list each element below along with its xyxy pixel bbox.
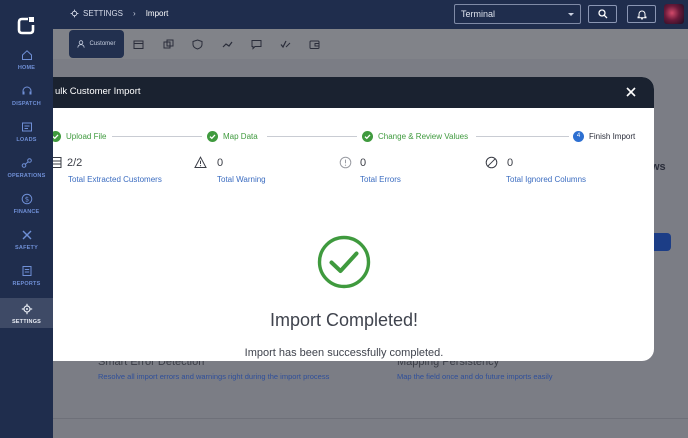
tools-icon: [22, 230, 31, 240]
step-upload-file: Upload File: [53, 131, 106, 142]
sidebar-item-label: OPERATIONS: [7, 173, 46, 179]
background-button: [651, 233, 671, 251]
user-icon: [77, 40, 86, 48]
gear-icon: [70, 9, 79, 18]
sidebar-item-label: FINANCE: [13, 209, 40, 215]
breadcrumb-settings[interactable]: SETTINGS: [83, 9, 123, 18]
route-icon[interactable]: [222, 39, 233, 50]
wallet-icon[interactable]: [309, 39, 320, 50]
stat-value: 2/2: [67, 157, 83, 169]
tab-customer-label: Customer: [89, 41, 116, 47]
step-connector: [267, 136, 357, 137]
feature-desc-error-detection: Resolve all import errors and warnings r…: [98, 372, 330, 381]
import-modal: ulk Customer Import Upload File Map Data…: [53, 77, 654, 361]
step-label: Upload File: [66, 132, 107, 141]
sidebar-item-label: SETTINGS: [11, 319, 42, 325]
sidebar-item-operations[interactable]: OPERATIONS: [0, 157, 53, 189]
divider: [53, 418, 688, 419]
import-completed-subtitle: Import has been successfully completed.: [244, 347, 444, 359]
modal-title: ulk Customer Import: [55, 86, 141, 97]
modal-header: ulk Customer Import: [53, 77, 654, 108]
step-connector: [476, 136, 569, 137]
check-circle-icon: [207, 131, 218, 142]
sidebar-item-reports[interactable]: REPORTS: [0, 265, 53, 297]
list-icon: [53, 157, 62, 168]
notifications-button[interactable]: [627, 5, 656, 23]
bell-icon: [637, 10, 647, 20]
sidebar-item-settings[interactable]: SETTINGS: [0, 298, 53, 328]
stat-value: 0: [360, 157, 367, 169]
chat-icon[interactable]: [251, 39, 262, 50]
ignore-icon: [485, 156, 498, 169]
sidebar-item-finance[interactable]: $ FINANCE: [0, 193, 53, 225]
stat-value: 0: [507, 157, 514, 169]
app-logo[interactable]: [16, 16, 36, 36]
step-label: Change & Review Values: [378, 132, 469, 141]
stack-icon[interactable]: [163, 39, 174, 50]
breadcrumb: SETTINGS › Import: [70, 9, 168, 18]
loads-icon: [21, 122, 32, 132]
step-finish-import: 4 Finish Import: [573, 131, 635, 142]
step-change-review: Change & Review Values: [362, 131, 468, 142]
import-type-toolbar: Customer: [53, 29, 688, 59]
feature-desc-mapping: Map the field once and do future imports…: [397, 372, 553, 381]
import-completed-title: Import Completed!: [269, 310, 419, 330]
search-button[interactable]: [588, 5, 617, 23]
sidebar-item-dispatch[interactable]: DISPATCH: [0, 85, 53, 117]
search-icon: [598, 9, 608, 19]
warning-icon: [194, 156, 207, 168]
gear-icon: [21, 303, 32, 315]
sidebar-item-safety[interactable]: SAFETY: [0, 229, 53, 261]
close-icon[interactable]: [624, 85, 638, 99]
sidebar-item-label: REPORTS: [12, 281, 41, 287]
step-number: 4: [573, 131, 584, 142]
avatar[interactable]: [664, 4, 684, 24]
sidebar-item-home[interactable]: HOME: [0, 49, 53, 81]
check-circle-icon: [53, 131, 61, 142]
home-icon: [21, 50, 32, 60]
chevron-down-icon: [568, 13, 574, 16]
step-connector: [112, 136, 202, 137]
headset-icon: [22, 86, 31, 95]
top-bar: SETTINGS › Import Terminal: [53, 0, 688, 29]
chevron-right-icon: ›: [133, 9, 136, 18]
sidebar: HOME DISPATCH LOADS OPERATIONS $ FINANCE…: [0, 0, 53, 438]
store-icon[interactable]: [133, 39, 144, 50]
stat-caption: Total Ignored Columns: [506, 175, 587, 184]
stat-caption: Total Errors: [360, 175, 401, 184]
terminal-select-value: Terminal: [461, 9, 496, 19]
sidebar-item-label: LOADS: [16, 137, 37, 143]
check-circle-icon: [362, 131, 373, 142]
sidebar-item-label: SAFETY: [15, 245, 38, 251]
stat-caption: Total Warning: [217, 175, 266, 184]
stat-caption: Total Extracted Customers: [68, 175, 162, 184]
breadcrumb-current: Import: [145, 9, 169, 18]
step-map-data: Map Data: [207, 131, 258, 142]
terminal-select[interactable]: Terminal: [454, 4, 581, 24]
step-label: Finish Import: [589, 132, 636, 141]
dollar-icon: $: [21, 193, 32, 205]
step-label: Map Data: [223, 132, 258, 141]
tab-customer[interactable]: Customer: [69, 30, 124, 58]
error-icon: [339, 156, 352, 169]
checklist-icon[interactable]: [280, 39, 291, 50]
sidebar-item-label: DISPATCH: [12, 101, 41, 107]
sidebar-item-label: HOME: [17, 65, 36, 71]
success-check-icon: [317, 235, 371, 289]
stat-value: 0: [217, 157, 224, 169]
report-icon: [22, 266, 31, 276]
operations-icon: [21, 158, 32, 168]
shield-icon[interactable]: [192, 39, 203, 50]
sidebar-item-loads[interactable]: LOADS: [0, 121, 53, 153]
svg-text:$: $: [24, 196, 28, 204]
